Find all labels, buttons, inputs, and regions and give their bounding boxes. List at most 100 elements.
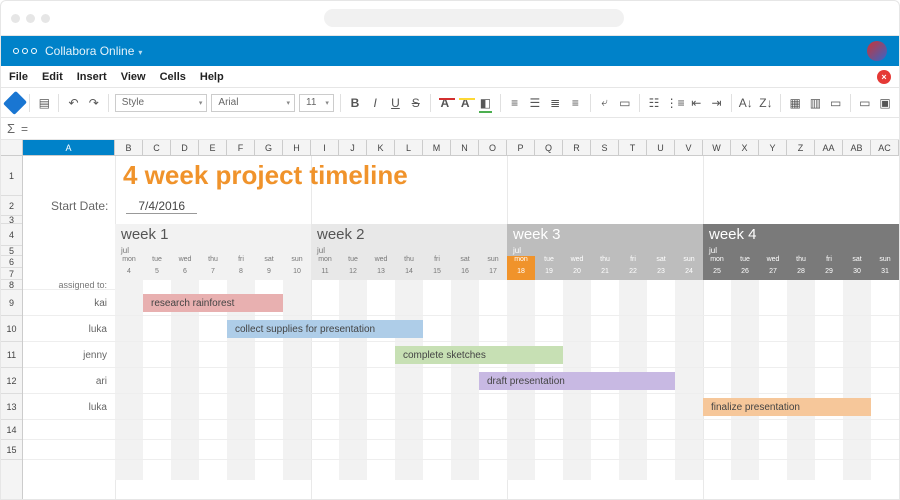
col-header[interactable]: Z	[787, 140, 815, 155]
window-controls[interactable]	[11, 14, 50, 23]
col-header[interactable]: AB	[843, 140, 871, 155]
save-icon[interactable]: ▤	[36, 94, 52, 112]
redo-icon[interactable]: ↷	[86, 94, 102, 112]
col-header[interactable]: S	[591, 140, 619, 155]
fill-color-button[interactable]: ◧	[477, 94, 493, 112]
row-header[interactable]: 15	[1, 440, 22, 460]
row-header[interactable]: 4	[1, 224, 22, 246]
column-headers[interactable]: ABCDEFGHIJKLMNOPQRSTUVWXYZAAABAC	[23, 140, 899, 156]
col-header[interactable]: B	[115, 140, 143, 155]
spreadsheet[interactable]: ABCDEFGHIJKLMNOPQRSTUVWXYZAAABAC 1234567…	[0, 140, 900, 500]
indent-icon[interactable]: ⇥	[708, 94, 724, 112]
empty-row[interactable]	[23, 440, 899, 460]
assignee-cell[interactable]: luka	[23, 394, 115, 420]
col-header[interactable]: J	[339, 140, 367, 155]
font-color-button[interactable]: A	[437, 94, 453, 112]
merge-cells-icon[interactable]: ▭	[617, 94, 633, 112]
comment-icon[interactable]: ▭	[857, 94, 873, 112]
insert-row-icon[interactable]: ▦	[787, 94, 803, 112]
style-select[interactable]: Style	[115, 94, 208, 112]
menu-cells[interactable]: Cells	[160, 71, 186, 83]
col-header[interactable]: K	[367, 140, 395, 155]
col-header[interactable]: T	[619, 140, 647, 155]
menu-view[interactable]: View	[121, 71, 146, 83]
empty-row[interactable]	[23, 420, 899, 440]
row-header[interactable]: 7	[1, 268, 22, 280]
col-header[interactable]: R	[563, 140, 591, 155]
italic-button[interactable]: I	[367, 94, 383, 112]
window-dot[interactable]	[11, 14, 20, 23]
start-date-value[interactable]: 7/4/2016	[126, 199, 197, 214]
gantt-bar[interactable]: finalize presentation	[703, 398, 871, 416]
col-header[interactable]: AC	[871, 140, 899, 155]
row-header[interactable]: 1	[1, 156, 22, 196]
col-header[interactable]: M	[423, 140, 451, 155]
select-all-corner[interactable]	[1, 140, 23, 156]
col-header[interactable]: H	[283, 140, 311, 155]
bold-button[interactable]: B	[347, 94, 363, 112]
menu-edit[interactable]: Edit	[42, 71, 63, 83]
gantt-bar[interactable]: draft presentation	[479, 372, 675, 390]
row-header[interactable]: 9	[1, 290, 22, 316]
row-header[interactable]: 8	[1, 280, 22, 290]
col-header[interactable]: E	[199, 140, 227, 155]
col-header[interactable]: A	[23, 140, 115, 155]
sort-asc-icon[interactable]: A↓	[738, 94, 754, 112]
avatar[interactable]	[867, 41, 887, 61]
col-header[interactable]: G	[255, 140, 283, 155]
wrap-text-icon[interactable]: ⤶	[596, 94, 612, 112]
sigma-icon[interactable]: Σ	[7, 121, 15, 136]
app-title[interactable]: Collabora Online	[45, 44, 142, 58]
outdent-icon[interactable]: ⇤	[688, 94, 704, 112]
window-dot[interactable]	[26, 14, 35, 23]
assignee-cell[interactable]: jenny	[23, 342, 115, 368]
col-header[interactable]: AA	[815, 140, 843, 155]
row-header[interactable]: 12	[1, 368, 22, 394]
row-header[interactable]: 14	[1, 420, 22, 440]
size-select[interactable]: 11	[299, 94, 334, 112]
col-header[interactable]: Y	[759, 140, 787, 155]
assignee-cell[interactable]: kai	[23, 290, 115, 316]
address-bar[interactable]	[324, 9, 624, 27]
equals-icon[interactable]: =	[21, 122, 28, 136]
align-justify-icon[interactable]: ≡	[567, 94, 583, 112]
highlight-color-button[interactable]: A	[457, 94, 473, 112]
gantt-bar[interactable]: collect supplies for presentation	[227, 320, 423, 338]
strike-button[interactable]: S	[408, 94, 424, 112]
gantt-bar[interactable]: research rainforest	[143, 294, 283, 312]
undo-icon[interactable]: ↶	[65, 94, 81, 112]
image-icon[interactable]: ▣	[877, 94, 893, 112]
gantt-bar[interactable]: complete sketches	[395, 346, 563, 364]
row-headers[interactable]: 123456789101112131415	[1, 156, 23, 499]
col-header[interactable]: C	[143, 140, 171, 155]
bullet-list-icon[interactable]: ⋮≡	[666, 94, 684, 112]
insert-col-icon[interactable]: ▥	[807, 94, 823, 112]
close-icon[interactable]: ×	[877, 70, 891, 84]
col-header[interactable]: Q	[535, 140, 563, 155]
align-right-icon[interactable]: ≣	[547, 94, 563, 112]
number-list-icon[interactable]: ☷	[646, 94, 662, 112]
align-left-icon[interactable]: ≡	[506, 94, 522, 112]
row-header[interactable]: 2	[1, 196, 22, 216]
menu-file[interactable]: File	[9, 71, 28, 83]
col-header[interactable]: W	[703, 140, 731, 155]
menu-insert[interactable]: Insert	[77, 71, 107, 83]
col-header[interactable]: V	[675, 140, 703, 155]
row-header[interactable]: 6	[1, 256, 22, 268]
row-header[interactable]: 10	[1, 316, 22, 342]
col-header[interactable]: F	[227, 140, 255, 155]
underline-button[interactable]: U	[387, 94, 403, 112]
row-header[interactable]: 5	[1, 246, 22, 256]
row-header[interactable]: 3	[1, 216, 22, 224]
window-dot[interactable]	[41, 14, 50, 23]
col-header[interactable]: O	[479, 140, 507, 155]
col-header[interactable]: U	[647, 140, 675, 155]
row-header[interactable]: 13	[1, 394, 22, 420]
align-center-icon[interactable]: ☰	[527, 94, 543, 112]
col-header[interactable]: L	[395, 140, 423, 155]
col-header[interactable]: D	[171, 140, 199, 155]
sort-desc-icon[interactable]: Z↓	[758, 94, 774, 112]
assignee-cell[interactable]: ari	[23, 368, 115, 394]
row-header[interactable]: 11	[1, 342, 22, 368]
col-header[interactable]: X	[731, 140, 759, 155]
